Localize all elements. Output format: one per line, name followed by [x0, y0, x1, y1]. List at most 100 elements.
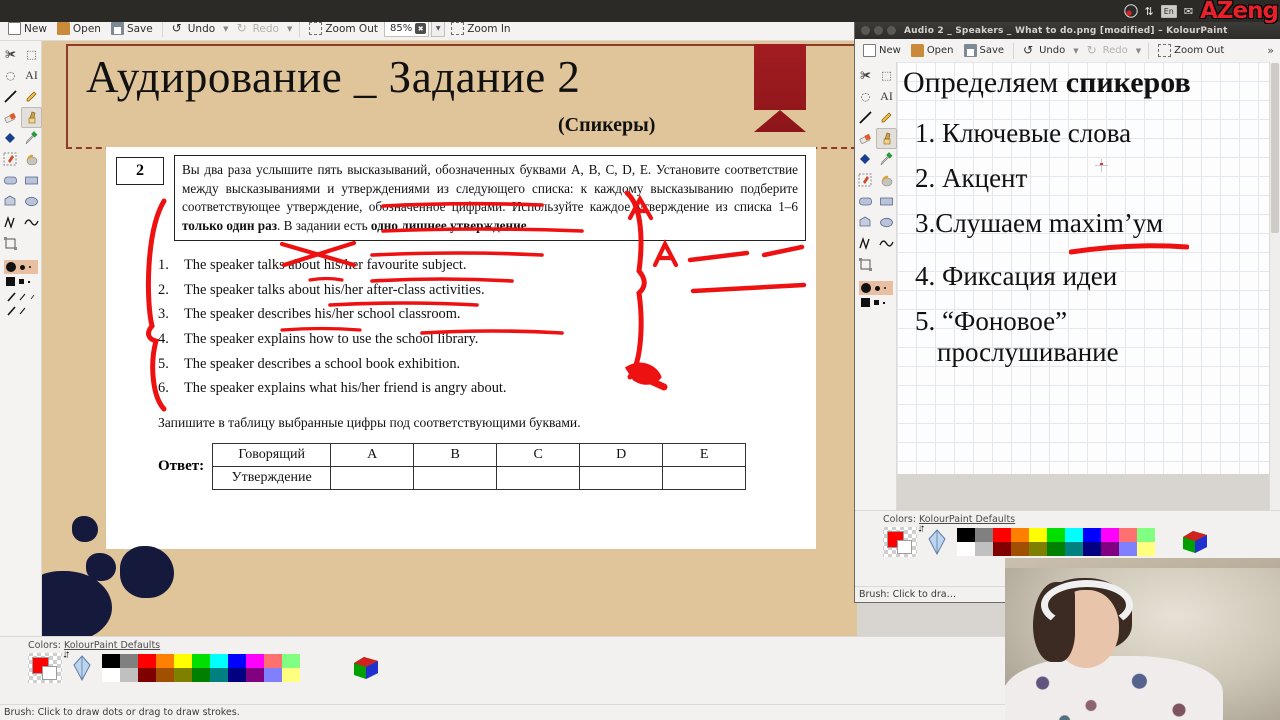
eraser-icon[interactable] — [855, 128, 876, 149]
curve-icon[interactable] — [876, 233, 897, 254]
swatch[interactable] — [1137, 528, 1155, 542]
brush-size-large-icon[interactable] — [861, 283, 871, 293]
tool-grid[interactable]: ✀ ⬚ ◌ AI — [0, 44, 42, 254]
redo-button[interactable]: ↻ Redo — [1083, 42, 1132, 59]
polyline-icon[interactable] — [855, 233, 876, 254]
polygon-icon[interactable] — [0, 191, 21, 212]
free-form-select-icon[interactable]: ✀ — [0, 44, 21, 65]
swatch[interactable] — [1065, 528, 1083, 542]
open-button[interactable]: Open — [907, 42, 958, 59]
rectangle-select-icon[interactable]: ⬚ — [21, 44, 42, 65]
right-canvas[interactable]: Определяем спикеров 1. Ключевые слова 2.… — [897, 62, 1280, 510]
resize-icon[interactable] — [855, 254, 876, 275]
system-tray[interactable]: ⇅ En ✉ AZeng — [1123, 0, 1280, 23]
ellipse-icon[interactable] — [876, 212, 897, 233]
swatch[interactable] — [993, 528, 1011, 542]
swatch[interactable] — [138, 668, 156, 682]
save-button[interactable]: Save — [960, 42, 1009, 59]
swatch[interactable] — [975, 528, 993, 542]
zoom-out-button[interactable]: Zoom Out — [305, 20, 382, 37]
transparent-color-icon[interactable] — [72, 655, 92, 681]
toolbar-overflow-button[interactable]: » — [1267, 44, 1276, 57]
text-icon[interactable]: AI — [21, 65, 42, 86]
resize-icon[interactable] — [0, 233, 21, 254]
swatch[interactable] — [246, 654, 264, 668]
kolourpaint-window-whattodo[interactable]: Audio 2 _ Speakers _ What to do.png [mod… — [855, 22, 1280, 602]
undo-button[interactable]: ↺ Undo — [1019, 42, 1069, 59]
color-washer-icon[interactable] — [0, 149, 21, 170]
spraycan-icon[interactable] — [21, 149, 42, 170]
swatch[interactable] — [228, 668, 246, 682]
clear-icon[interactable]: ✖ — [415, 23, 427, 34]
swatch[interactable] — [1101, 542, 1119, 556]
swatch[interactable] — [282, 654, 300, 668]
maximize-button[interactable] — [887, 26, 896, 35]
swatch[interactable] — [264, 668, 282, 682]
swatch[interactable] — [102, 668, 120, 682]
free-form-select-icon[interactable]: ✀ — [855, 65, 876, 86]
brush-square-large-icon[interactable] — [6, 277, 15, 286]
brush-square-medium-icon[interactable] — [874, 300, 879, 305]
redo-dropdown-icon[interactable]: ▼ — [285, 25, 294, 33]
swatch[interactable] — [957, 542, 975, 556]
brush-square-large-icon[interactable] — [861, 298, 870, 307]
eraser-icon[interactable] — [0, 107, 21, 128]
right-toolbar[interactable]: New Open Save ↺ Undo ▼ ↻ Redo ▼ Zoom Out… — [855, 39, 1280, 63]
left-tool-palette[interactable]: ✀ ⬚ ◌ AI — [0, 41, 42, 636]
swatch[interactable] — [246, 668, 264, 682]
transparent-color-icon[interactable] — [927, 529, 947, 555]
swatch[interactable] — [1119, 528, 1137, 542]
swatch[interactable] — [957, 528, 975, 542]
more-colors-icon[interactable] — [352, 655, 380, 681]
text-icon[interactable]: AI — [876, 86, 897, 107]
rounded-rectangle-icon[interactable] — [855, 191, 876, 212]
swatch[interactable] — [1101, 528, 1119, 542]
network-updown-icon[interactable]: ⇅ — [1145, 5, 1154, 18]
swatch[interactable] — [264, 654, 282, 668]
swap-colors-icon[interactable]: ⮃ — [918, 525, 925, 535]
swatch[interactable] — [1083, 528, 1101, 542]
spraycan-icon[interactable] — [876, 170, 897, 191]
swatch[interactable] — [1119, 542, 1137, 556]
more-colors-icon[interactable] — [1181, 529, 1209, 555]
curve-icon[interactable] — [21, 212, 42, 233]
swatch[interactable] — [1047, 542, 1065, 556]
redo-dropdown-icon[interactable]: ▼ — [1134, 47, 1143, 55]
zoom-input[interactable]: 85% ✖ — [383, 20, 430, 37]
mail-icon[interactable]: ✉ — [1184, 5, 1193, 18]
swatch[interactable] — [1083, 542, 1101, 556]
undo-dropdown-icon[interactable]: ▼ — [221, 25, 230, 33]
swatch[interactable] — [1137, 542, 1155, 556]
polygon-icon[interactable] — [855, 212, 876, 233]
scrollbar-thumb[interactable] — [1271, 63, 1279, 233]
swatch[interactable] — [120, 654, 138, 668]
undo-dropdown-icon[interactable]: ▼ — [1071, 47, 1080, 55]
new-button[interactable]: New — [859, 42, 905, 59]
swatch[interactable] — [975, 542, 993, 556]
dual-color-selector[interactable]: ⮃ — [28, 651, 70, 683]
palette-swatches[interactable] — [102, 654, 300, 682]
new-button[interactable]: New — [4, 20, 51, 37]
brush-square-small-icon[interactable] — [28, 280, 30, 283]
swatch[interactable] — [138, 654, 156, 668]
brush-size-options[interactable] — [855, 275, 896, 310]
rectangle-select-icon[interactable]: ⬚ — [876, 65, 897, 86]
undo-button[interactable]: ↺ Undo — [168, 20, 219, 37]
swap-colors-icon[interactable]: ⮃ — [63, 651, 70, 661]
brush-size-medium-icon[interactable] — [20, 264, 25, 270]
line-icon[interactable] — [0, 86, 21, 107]
minimize-button[interactable] — [874, 26, 883, 35]
background-color-swatch[interactable] — [42, 666, 57, 680]
swatch[interactable] — [156, 668, 174, 682]
flood-fill-icon[interactable] — [0, 128, 21, 149]
swatch[interactable] — [192, 668, 210, 682]
brush-size-small-icon[interactable] — [884, 287, 886, 289]
ellipse-select-icon[interactable]: ◌ — [855, 86, 876, 107]
brush-icon[interactable] — [21, 107, 42, 128]
rounded-rectangle-icon[interactable] — [0, 170, 21, 191]
background-color-swatch[interactable] — [897, 540, 912, 554]
color-picker-icon[interactable] — [876, 149, 897, 170]
swatch[interactable] — [228, 654, 246, 668]
right-window-titlebar[interactable]: Audio 2 _ Speakers _ What to do.png [mod… — [855, 22, 1280, 39]
flood-fill-icon[interactable] — [855, 149, 876, 170]
